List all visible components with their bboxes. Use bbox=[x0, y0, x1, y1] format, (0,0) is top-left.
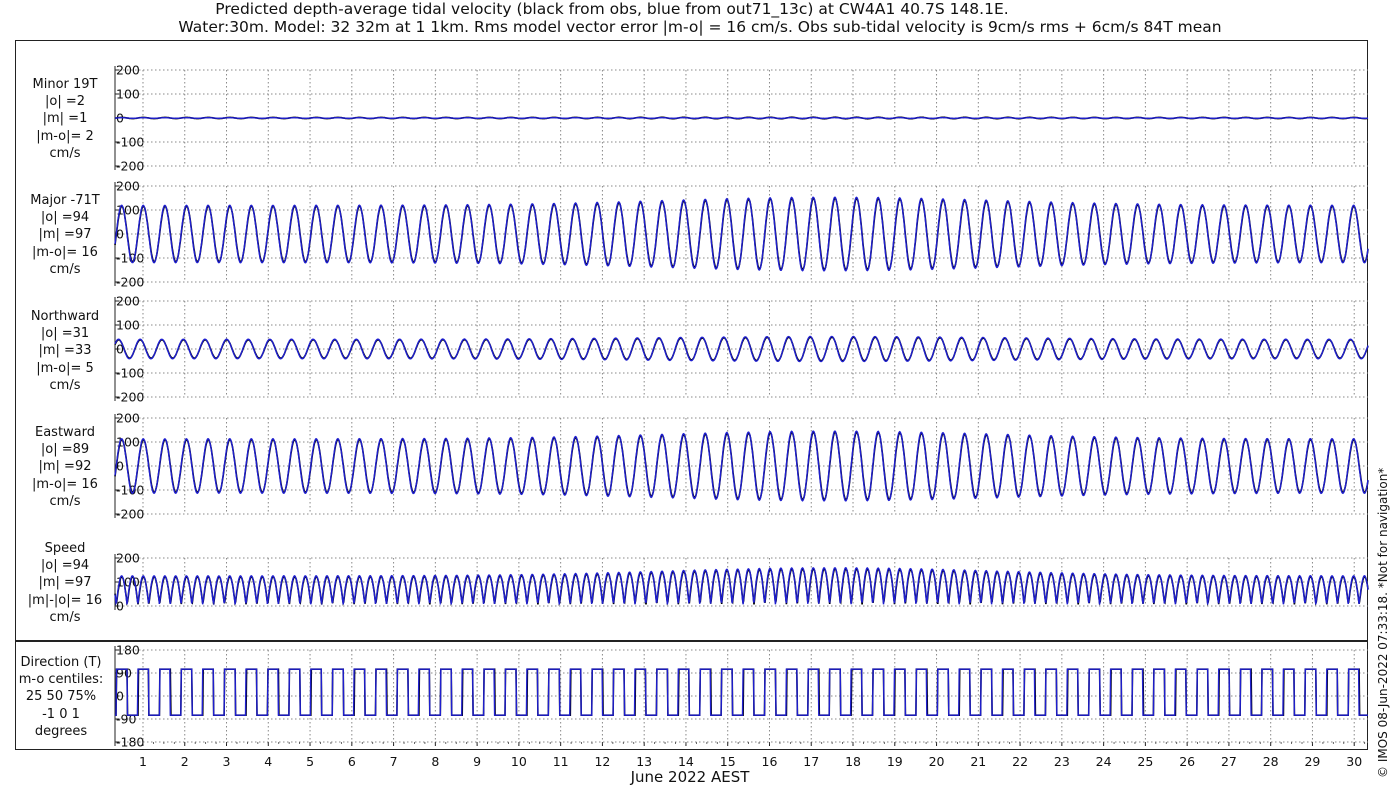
credit-note: © IMOS 08-Jun-2022 07:33:18. *Not for na… bbox=[1376, 467, 1390, 778]
series-model-line bbox=[115, 668, 1368, 716]
panel-label-eastward: Eastward |o| =89 |m| =92 |m-o|= 16 cm/s bbox=[14, 424, 116, 510]
panel-label-line: |m| =33 bbox=[38, 343, 92, 359]
panel-label-line: |o| =2 bbox=[44, 94, 85, 110]
x-tick-label: 21 bbox=[970, 754, 986, 769]
x-tick-label: 10 bbox=[511, 754, 527, 769]
x-tick-label: 26 bbox=[1179, 754, 1195, 769]
x-tick-label: 29 bbox=[1304, 754, 1320, 769]
panel-label-line: |o| =94 bbox=[40, 210, 90, 226]
panel-label-line: Minor 19T bbox=[32, 77, 98, 92]
y-tick-label: 200 bbox=[116, 411, 140, 426]
x-tick-label: 7 bbox=[390, 754, 398, 769]
x-tick-label: 28 bbox=[1263, 754, 1279, 769]
x-tick-label: 5 bbox=[306, 754, 314, 769]
x-tick-label: 3 bbox=[223, 754, 231, 769]
panel-label-line: cm/s bbox=[49, 261, 81, 277]
y-tick-label: -200 bbox=[116, 507, 144, 522]
panel-label-line: Eastward bbox=[34, 425, 96, 440]
x-tick-label: 23 bbox=[1054, 754, 1070, 769]
panel-label-line: cm/s bbox=[49, 493, 81, 509]
y-tick-label: 0 bbox=[116, 689, 124, 704]
y-tick-label: -200 bbox=[116, 390, 144, 405]
y-tick-label: -100 bbox=[116, 366, 144, 381]
panel-label-line: |m| =92 bbox=[38, 459, 92, 475]
y-tick-label: -90 bbox=[116, 712, 136, 727]
y-tick-label: 200 bbox=[116, 63, 140, 78]
panel-label-line: cm/s bbox=[49, 377, 81, 393]
y-tick-label: 100 bbox=[116, 318, 140, 333]
y-tick-label: -180 bbox=[116, 735, 144, 750]
x-tick-label: 27 bbox=[1221, 754, 1237, 769]
panel-label-line: Major -71T bbox=[30, 193, 100, 208]
panel-label-line: degrees bbox=[34, 723, 88, 739]
x-tick-label: 9 bbox=[473, 754, 481, 769]
panel-label-line: |m-o|= 16 bbox=[32, 244, 98, 260]
x-tick-label: 18 bbox=[845, 754, 861, 769]
series-obs-line bbox=[115, 668, 1368, 716]
x-tick-label: 2 bbox=[181, 754, 189, 769]
y-tick-label: 100 bbox=[116, 87, 140, 102]
y-tick-label: 200 bbox=[116, 179, 140, 194]
x-tick-label: 13 bbox=[636, 754, 652, 769]
x-tick-label: 20 bbox=[929, 754, 945, 769]
panel-label-line: Direction (T) bbox=[20, 655, 102, 670]
panel-label-line: |o| =89 bbox=[40, 442, 90, 458]
panel-label-major: Major -71T |o| =94 |m| =97 |m-o|= 16 cm/s bbox=[14, 192, 116, 278]
x-tick-label: 8 bbox=[431, 754, 439, 769]
x-tick-label: 14 bbox=[678, 754, 694, 769]
x-tick-label: 15 bbox=[720, 754, 736, 769]
series-model-line bbox=[115, 116, 1368, 120]
y-tick-label: -100 bbox=[116, 135, 144, 150]
x-tick-label: 12 bbox=[594, 754, 610, 769]
x-tick-label: 22 bbox=[1012, 754, 1028, 769]
panel-label-line: |m|-|o|= 16 bbox=[27, 592, 103, 608]
y-tick-label: 90 bbox=[116, 666, 132, 681]
x-tick-label: 25 bbox=[1137, 754, 1153, 769]
y-tick-label: 200 bbox=[116, 294, 140, 309]
panel-label-line: |m| =1 bbox=[42, 111, 88, 127]
panel-label-line: m-o centiles: bbox=[18, 672, 104, 688]
x-tick-label: 17 bbox=[803, 754, 819, 769]
x-tick-label: 4 bbox=[264, 754, 272, 769]
panel-label-line: |m-o|= 2 bbox=[36, 128, 94, 144]
series-model-line bbox=[114, 566, 1369, 606]
panel-label-line: |m-o|= 5 bbox=[36, 360, 94, 376]
x-tick-label: 24 bbox=[1096, 754, 1112, 769]
panel-label-line: |o| =31 bbox=[40, 326, 90, 342]
panel-label-line: cm/s bbox=[49, 609, 81, 625]
panel-label-minor: Minor 19T |o| =2 |m| =1 |m-o|= 2 cm/s bbox=[14, 76, 116, 162]
panel-label-line: Northward bbox=[30, 309, 100, 324]
panel-label-line: |m-o|= 16 bbox=[32, 476, 98, 492]
x-tick-label: 6 bbox=[348, 754, 356, 769]
chart-canvas: -200-1000100200-200-1000100200-200-10001… bbox=[114, 63, 1369, 769]
y-tick-label: 180 bbox=[116, 643, 140, 658]
x-tick-label: 16 bbox=[762, 754, 778, 769]
panel-label-line: cm/s bbox=[49, 145, 81, 161]
x-tick-label: 30 bbox=[1346, 754, 1362, 769]
x-tick-label: 19 bbox=[887, 754, 903, 769]
panel-label-northward: Northward |o| =31 |m| =33 |m-o|= 5 cm/s bbox=[14, 308, 116, 394]
panel-label-line: |m| =97 bbox=[38, 575, 92, 591]
panel-label-line: |m| =97 bbox=[38, 227, 92, 243]
panel-label-line: |o| =94 bbox=[40, 558, 90, 574]
panel-label-line: -1 0 1 bbox=[42, 706, 80, 722]
y-tick-label: -200 bbox=[116, 275, 144, 290]
y-tick-label: -200 bbox=[116, 159, 144, 174]
panel-label-line: Speed bbox=[44, 541, 86, 556]
x-axis-label: June 2022 AEST bbox=[630, 768, 750, 786]
panel-label-speed: Speed |o| =94 |m| =97 |m|-|o|= 16 cm/s bbox=[14, 540, 116, 626]
panel-label-direction: Direction (T) m-o centiles: 25 50 75% -1 0 … bbox=[10, 654, 112, 740]
y-tick-label: 200 bbox=[116, 551, 140, 566]
x-tick-label: 1 bbox=[139, 754, 147, 769]
x-tick-label: 11 bbox=[553, 754, 569, 769]
panel-label-line: 25 50 75% bbox=[25, 689, 97, 705]
